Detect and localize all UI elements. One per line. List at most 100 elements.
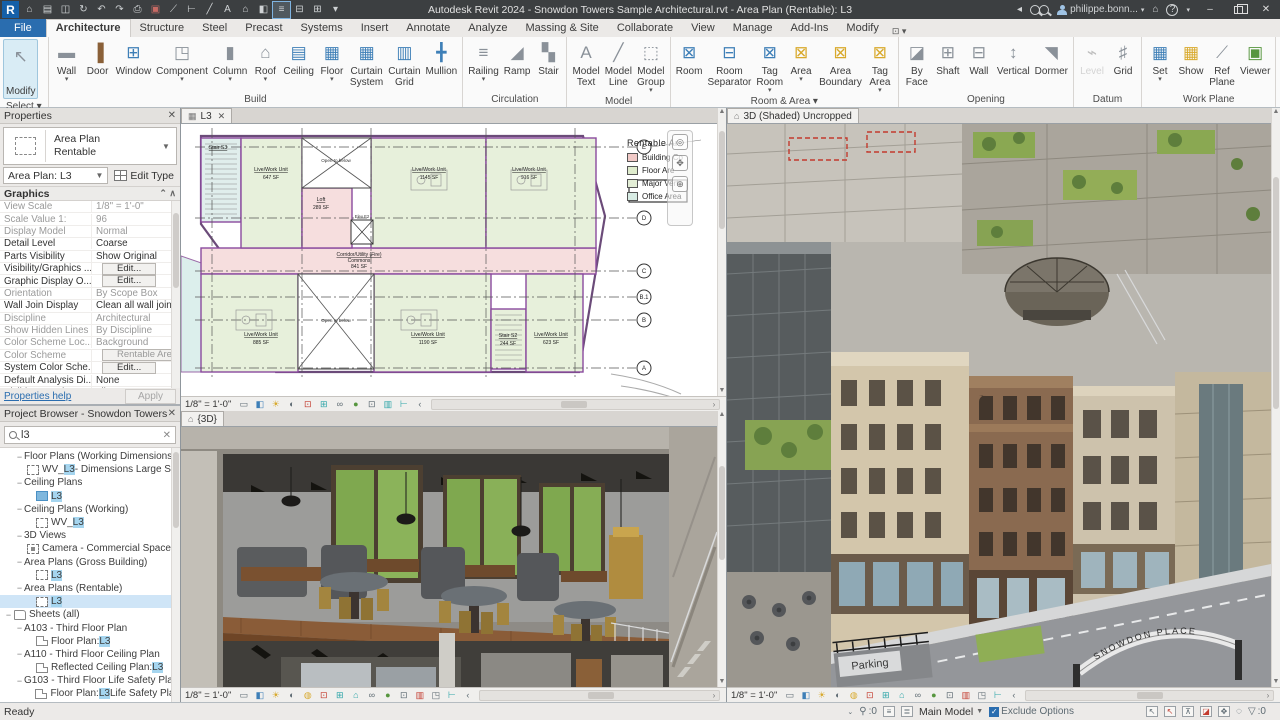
tab-collaborate[interactable]: Collaborate [608,19,682,37]
tree-expander-icon[interactable]: − [15,452,24,462]
switch-windows-icon[interactable]: ⊞ [309,2,326,18]
crop-region-icon[interactable]: ⊞ [879,689,892,701]
scroll-right-icon[interactable]: › [709,400,719,409]
plan-view-tab[interactable]: ▦ L3 ✕ [181,108,233,123]
pan-icon[interactable]: ✥ [672,155,688,171]
search-icon[interactable] [1030,4,1050,15]
help-dropdown-icon[interactable]: ▾ [1186,6,1190,14]
text-icon[interactable]: A [219,2,236,18]
temporary-hide-isolate-icon[interactable]: ∞ [365,689,378,701]
clear-search-icon[interactable]: ✕ [163,430,171,441]
dropdown-arrow-icon[interactable]: ▾ [649,87,653,94]
dropdown-arrow-icon[interactable]: ▾ [228,76,232,83]
ceiling-button[interactable]: ▤ Ceiling [281,39,316,78]
set-button[interactable]: ▦ Set ▾ [1145,39,1175,83]
type-selector[interactable]: Area Plan Rentable ▼ [3,127,177,165]
dropdown-arrow-icon[interactable]: ▾ [180,76,184,83]
collapse-bar-icon[interactable]: ‹ [1007,689,1020,701]
tree-expander-icon[interactable]: − [15,676,24,686]
edit-type-button[interactable]: Edit Type [111,170,177,182]
tree-item[interactable]: L3 [0,490,180,503]
infocenter-collapse-icon[interactable]: ◂ [1017,4,1022,15]
tree-expander-icon[interactable]: − [15,623,24,633]
property-edit-button[interactable]: Edit... [102,262,157,275]
minimize-button[interactable]: – [1196,0,1224,19]
tab-view[interactable]: View [682,19,724,37]
ref-plane-button[interactable]: ⟋ Ref Plane [1207,39,1237,89]
tag-area-button[interactable]: ⊠ Tag Area ▾ [865,39,895,94]
tree-item[interactable]: − A110 - Third Floor Ceiling Plan [0,648,180,661]
property-row[interactable]: Visibility/Graphics ... Edit... [0,262,180,276]
plan-drawing-area[interactable]: Open to below Open to below Elev E2 E D C B.1 B… [181,124,717,396]
analysis-icon[interactable]: ▥ [413,689,426,701]
detail-level-icon[interactable]: ▭ [237,398,250,410]
model-group-button[interactable]: ⬚ Model Group ▾ [635,39,667,94]
undo-icon[interactable]: ↶ [93,2,110,18]
worksharing-display-icon[interactable]: ▥ [381,398,394,410]
tree-item[interactable]: Floor Plan: L3 Life Safety Plan [0,687,180,700]
temporary-view-properties-icon[interactable]: ⊡ [365,398,378,410]
column-button[interactable]: ▮ Column ▾ [211,39,249,83]
tab-steel[interactable]: Steel [193,19,236,37]
tree-item[interactable]: Camera - Commercial Space L3 [0,542,180,555]
grid-button[interactable]: ♯ Grid [1108,39,1138,78]
section-icon[interactable]: ◧ [255,2,272,18]
city-vertical-scrollbar[interactable]: ▲ ▼ [1271,108,1280,687]
detail-level-icon[interactable]: ▭ [237,689,250,701]
signed-in-user[interactable]: philippe.bonn... ▾ [1057,4,1144,15]
dropdown-arrow-icon[interactable]: ▾ [799,76,803,83]
reveal-hidden-icon[interactable]: ● [381,689,394,701]
detail-level-icon[interactable]: ▭ [783,689,796,701]
horizontal-scrollbar[interactable]: › [1025,689,1274,701]
shaft-button[interactable]: ⊞ Shaft [933,39,963,78]
property-row[interactable]: View Scale 1/8" = 1'-0" [0,201,180,214]
tab-massing-site[interactable]: Massing & Site [516,19,607,37]
displacement-icon[interactable]: ◳ [975,689,988,701]
help-icon[interactable]: ? [1166,3,1179,16]
visual-style-icon[interactable]: ◧ [253,398,266,410]
ribbon-display-toggle-icon[interactable]: ⊡ ▾ [892,26,907,37]
tree-item[interactable]: WV_ L3 [0,516,180,529]
type-selector-dropdown-icon[interactable]: ▼ [162,142,176,151]
crop-view-icon[interactable]: ⊡ [863,689,876,701]
active-design-option-select[interactable]: Main Model ▼ [919,706,983,718]
property-row[interactable]: Color Scheme Loc... Background [0,337,180,350]
reveal-hidden-icon[interactable]: ● [349,398,362,410]
collapse-bar-icon[interactable]: ‹ [413,398,426,410]
default-3d-view-icon[interactable]: ⌂ [237,2,254,18]
customize-qat-icon[interactable]: ▾ [327,2,344,18]
close-inactive-windows-icon[interactable]: ⊟ [291,2,308,18]
temporary-hide-isolate-icon[interactable]: ∞ [911,689,924,701]
wall-button[interactable]: ▬ Wall ▾ [52,39,82,83]
viewport-plan-l3[interactable]: ▦ L3 ✕ Open to below Open to below Elev E2… [181,108,727,411]
property-row[interactable]: Show Hidden Lines By Discipline [0,325,180,338]
show-button[interactable]: ▦ Show [1176,39,1206,78]
modify-button[interactable]: ↖ Modify [3,39,39,99]
wall-button[interactable]: ⊟ Wall [964,39,994,78]
close-button[interactable]: ✕ [1252,0,1280,19]
reveal-constraints-icon[interactable]: ⊢ [445,689,458,701]
design-options-icon[interactable]: ≣ [900,706,913,717]
redo-icon[interactable]: ↷ [111,2,128,18]
floor-button[interactable]: ▦ Floor ▾ [317,39,347,83]
render-icon[interactable]: ◍ [301,689,314,701]
view-scale-label[interactable]: 1/8" = 1'-0" [731,690,777,701]
dropdown-arrow-icon[interactable]: ▾ [768,87,772,94]
tree-item[interactable]: WV_ L3 - Dimensions Large Scale [0,463,180,476]
revit-logo[interactable]: R [2,1,19,18]
window-button[interactable]: ⊞ Window [114,39,154,78]
print-icon[interactable]: ⎙ [129,2,146,18]
open-icon[interactable]: ▤ [39,2,56,18]
graphics-section-header[interactable]: Graphics ⌃ ∧ [0,186,180,201]
select-links-icon[interactable]: ↖ [1146,706,1158,717]
property-row[interactable]: Scale Value 1: 96 [0,213,180,226]
dropdown-arrow-icon[interactable]: ▾ [264,76,268,83]
sun-path-icon[interactable]: ☀ [269,689,282,701]
temporary-view-properties-icon[interactable]: ⊡ [397,689,410,701]
property-row[interactable]: Default Analysis Di... None [0,374,180,387]
properties-help-link[interactable]: Properties help [4,391,71,402]
city-view-tab[interactable]: ⌂ 3D (Shaded) Uncropped [727,108,859,123]
aligned-dimension-icon[interactable]: ⊢ [183,2,200,18]
property-row[interactable]: Display Model Normal [0,225,180,239]
browser-scrollbar[interactable] [171,448,180,702]
